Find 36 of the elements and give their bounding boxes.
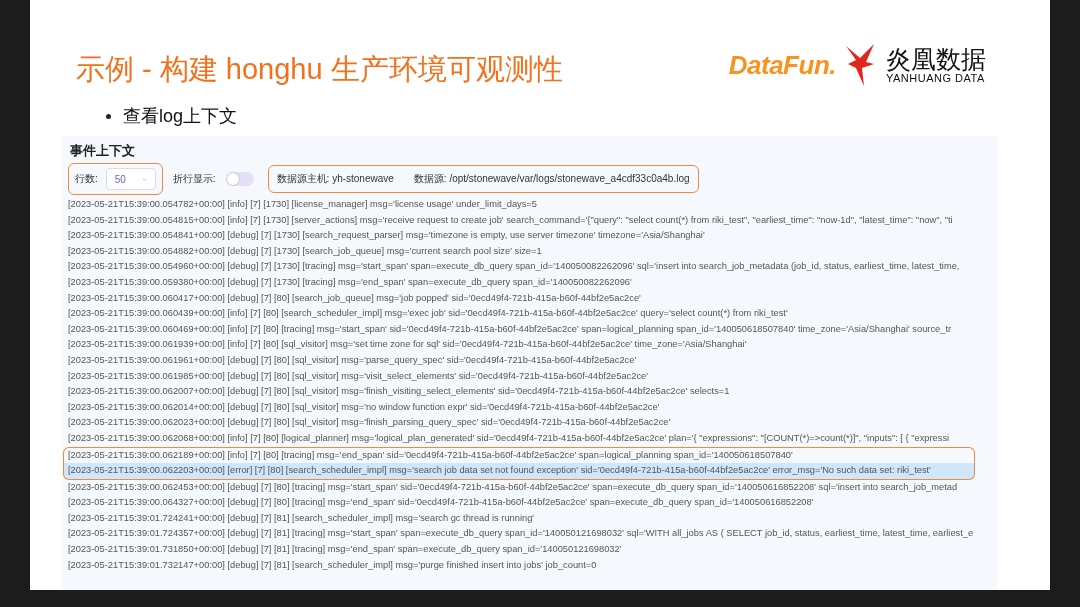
company-name-english: YANHUANG DATA [886,72,986,85]
log-line[interactable]: [2023-05-21T15:39:00.054815+00:00] [info] [7] [1730] [server_actions] msg='receive request to create job' search_command='{"query": "select count(*) from riki_test", "earliest_time": "now-1d", "latest_time": "now", "ti [63,212,954,229]
company-name: 炎凰数据 [886,45,986,73]
log-line[interactable]: [2023-05-21T15:39:00.062023+00:00] [debug] [7] [80] [sql_visitor] msg='finish_parsing_query_spec' sid='0ecd49f4-721b-415a-b60f-44bf2e5ac2ce' [63,415,672,431]
log-line[interactable]: [2023-05-21T15:39:00.054841+00:00] [debug] [7] [1730] [search_request_parser] msg='timezone is empty, use server timezone' timezone='Asia/Shanghai' [63,228,706,244]
log-line[interactable]: [2023-05-21T15:39:00.061939+00:00] [info] [7] [80] [sql_visitor] msg='set time zone for sql' sid='0ecd49f4-721b-415a-b60f-44bf2e5ac2ce' time_zone='Asia/Shanghai' [63,337,748,353]
log-line[interactable]: [2023-05-21T15:39:00.064327+00:00] [debug] [7] [80] [tracing] msg='end_span' sid='0ecd49f4-721b-415a-b60f-44bf2e5ac2ce' span=execute_db_query span_id='140050616852208' [63,495,815,511]
wrap-label: 折行显示: [172,172,216,186]
rows-label: 行数: [75,172,98,186]
log-line[interactable]: [2023-05-21T15:39:00.062068+00:00] [info] [7] [80] [logical_planner] msg='logical_plan_generated' sid='0ecd49f4-721b-415a-b60f-44bf2e5ac2ce' plan='{ "expressions": "[COUNT(*)=>count(*)]", "inputs": [ { "expressi [63,430,951,447]
log-line[interactable]: [2023-05-21T15:39:00.061961+00:00] [debug] [7] [80] [sql_visitor] msg='parse_query_spec' sid='0ecd49f4-721b-415a-b60f-44bf2e5ac2ce' [63,352,638,369]
host-info: 数据源主机: yh-stonewave [276,172,394,186]
log-line[interactable]: [2023-05-21T15:39:00.062007+00:00] [debug] [7] [80] [sql_visitor] msg='finish_visiting_select_elements' sid='0ecd49f4-721b-415a-b60f-44bf2e5ac2ce' selects=1 [63,384,731,400]
panel-title: 事件上下文 [70,142,136,160]
log-line[interactable]: [2023-05-21T15:39:00.054882+00:00] [debug] [7] [1730] [search_job_queue] msg='current search pool size' size=1 [63,243,543,260]
log-line[interactable]: [2023-05-21T15:39:01.731850+00:00] [debug] [7] [81] [tracing] msg='end_span' span=execute_db_query span_id='140050121698032' [63,542,623,558]
log-line[interactable]: [2023-05-21T15:39:00.059380+00:00] [debug] [7] [1730] [tracing] msg='end_span' span=execute_db_query span_id='140050082262096' [63,274,633,291]
log-line[interactable]: [2023-05-21T15:39:01.732147+00:00] [debug] [7] [81] [search_scheduler_impl] msg='purge finished insert into jobs' job_count=0 [63,557,598,574]
bullet-dot [106,113,111,119]
log-line[interactable]: [2023-05-21T15:39:00.060439+00:00] [info] [7] [80] [search_scheduler_impl] msg='exec job' sid='0ecd49f4-721b-415a-b60f-44bf2e5ac2ce' query='select count(*) from riki_test' [63,306,789,322]
log-line[interactable]: [2023-05-21T15:39:00.062014+00:00] [debug] [7] [80] [sql_visitor] msg='no window function expr' sid='0ecd49f4-721b-415a-b60f-44bf2e5ac2ce' [63,399,661,416]
log-line[interactable]: [2023-05-21T15:39:00.060469+00:00] [info] [7] [80] [tracing] msg='start_span' sid='0ecd49f4-721b-415a-b60f-44bf2e5ac2ce' span=logical_planning span_id='140050618507840' time_zone='Asia/Shanghai' source_tr [63,321,953,338]
log-line[interactable]: [2023-05-21T15:39:00.054960+00:00] [debug] [7] [1730] [tracing] msg='start_span' span=execute_db_query span_id='140050082262096' sql='insert into search_job_metadata (job_id, status, earliest_time, latest_time, [63,259,961,275]
log-line[interactable]: [2023-05-21T15:39:00.060417+00:00] [debug] [7] [80] [search_job_queue] msg='job popped' sid='0ecd49f4-721b-415a-b60f-44bf2e5ac2ce' [63,290,642,307]
source-info: 数据源: /opt/stonewave/var/logs/stonewave_a4cdf33c0a4b.log [413,172,690,186]
wrap-toggle[interactable] [225,172,254,186]
log-line[interactable]: [2023-05-21T15:39:00.054782+00:00] [info] [7] [1730] [license_manager] msg='license usage' under_limit_days=5 [63,197,538,213]
rows-select[interactable]: 50 [105,168,156,190]
log-line[interactable]: [2023-05-21T15:39:00.061985+00:00] [debug] [7] [80] [sql_visitor] msg='visit_select_elements' sid='0ecd49f4-721b-415a-b60f-44bf2e5ac2ce' [63,368,650,385]
bullet-text: 查看log上下文 [123,105,238,128]
log-line[interactable]: [2023-05-21T15:39:00.062453+00:00] [debug] [7] [80] [tracing] msg='start_span' sid='0ecd49f4-721b-415a-b60f-44bf2e5ac2ce' span=execute_db_query span_id='140050616852208' sql='insert into search_job_metad [63,479,959,496]
log-line[interactable]: [2023-05-21T15:39:01.724357+00:00] [debug] [7] [81] [tracing] msg='start_span' span=execute_db_query span_id='140050121698032' sql='WITH all_jobs AS ( SELECT job_id, status, earliest_time, latest_time, earliest_e [63,526,975,543]
chevron-down-icon [141,176,147,182]
log-line[interactable]: [2023-05-21T15:39:01.724241+00:00] [debug] [7] [81] [search_scheduler_impl] msg='search gc thread is running' [63,510,536,527]
brand-logo: DataFun. [728,49,836,81]
slide-title: 示例 - 构建 honghu 生产环境可观测性 [76,52,563,87]
